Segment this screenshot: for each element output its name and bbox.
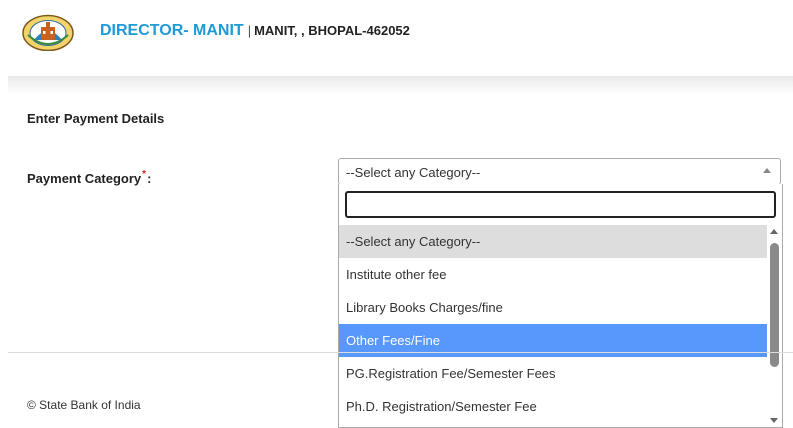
category-option[interactable]: Institute other fee xyxy=(339,258,767,291)
title-separator: | xyxy=(247,23,252,38)
section-title: Enter Payment Details xyxy=(27,111,165,126)
category-options-list: --Select any Category-- Institute other … xyxy=(339,225,767,423)
category-option[interactable]: PG.Registration Fee/Semester Fees xyxy=(339,357,767,390)
institute-address: MANIT, , BHOPAL-462052 xyxy=(254,23,410,38)
site-brand: DIRECTOR- MANIT | MANIT, , BHOPAL-462052 xyxy=(100,22,410,40)
institute-title: DIRECTOR- MANIT xyxy=(100,22,244,39)
header-divider xyxy=(8,76,793,96)
label-colon: : xyxy=(147,171,152,186)
footer-copyright: © State Bank of India xyxy=(27,398,141,412)
payment-category-select[interactable]: --Select any Category-- xyxy=(338,158,781,185)
category-option[interactable]: Library Books Charges/fine xyxy=(339,291,767,324)
manit-emblem-icon xyxy=(22,14,74,51)
payment-category-label-text: Payment Category xyxy=(27,171,142,186)
scroll-up-arrow-icon[interactable] xyxy=(770,229,778,234)
dropdown-scrollbar[interactable] xyxy=(767,225,782,427)
scroll-down-arrow-icon[interactable] xyxy=(770,418,778,423)
page-header: DIRECTOR- MANIT | MANIT, , BHOPAL-462052 xyxy=(0,0,793,76)
payment-category-label: Payment Category*: xyxy=(27,169,152,186)
required-marker: * xyxy=(142,169,147,180)
scrollbar-thumb[interactable] xyxy=(770,243,779,367)
category-dropdown: --Select any Category-- Institute other … xyxy=(338,184,783,428)
category-search-input[interactable] xyxy=(345,191,776,218)
content-divider xyxy=(8,352,793,353)
category-option[interactable]: --Select any Category-- xyxy=(339,225,767,258)
selected-category-value: --Select any Category-- xyxy=(346,165,481,180)
chevron-up-icon xyxy=(763,168,771,173)
category-option[interactable]: Ph.D. Registration/Semester Fee xyxy=(339,390,767,423)
